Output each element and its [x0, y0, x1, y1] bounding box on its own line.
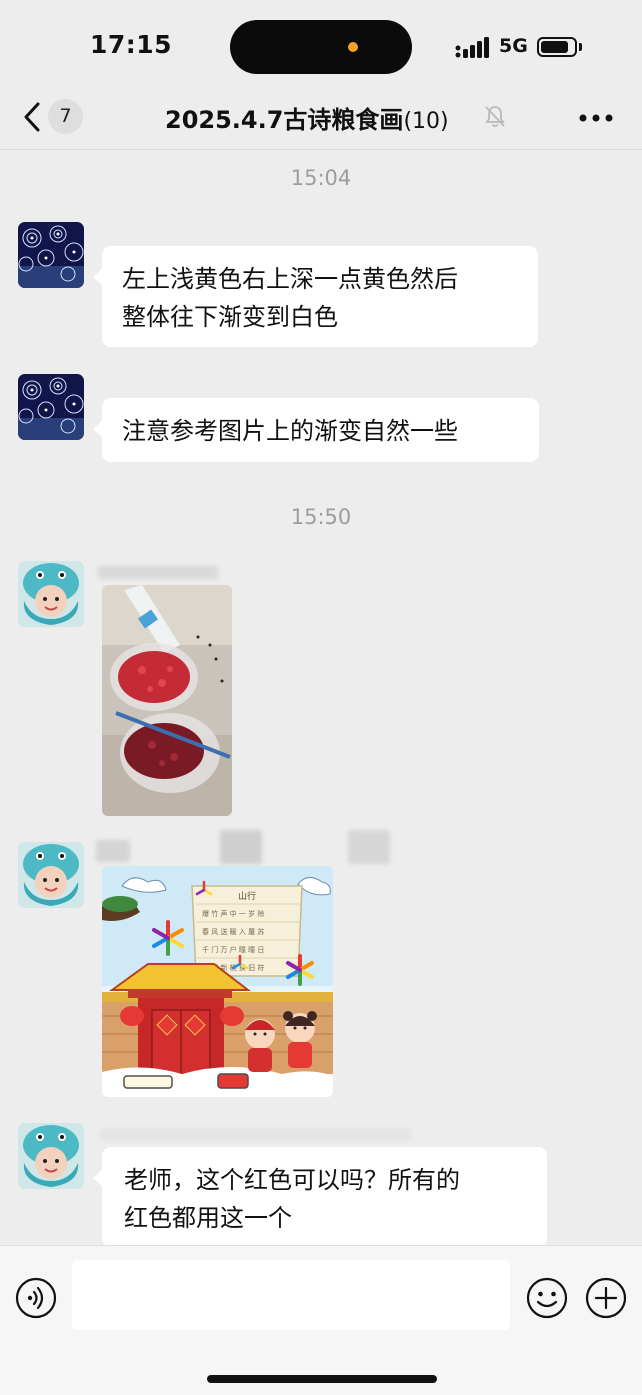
unread-count-badge[interactable]: 7 — [48, 99, 83, 134]
emoji-icon[interactable] — [526, 1277, 568, 1319]
sender-name-blurred — [220, 830, 262, 864]
more-icon[interactable] — [578, 113, 614, 123]
member-count: (10) — [403, 109, 449, 134]
sender-name-blurred — [98, 566, 218, 579]
message-text-line: 老师，这个红色可以吗？所有的 — [124, 1166, 460, 1194]
svg-text:千 门 万 户 曈 曈 日: 千 门 万 户 曈 曈 日 — [202, 945, 264, 954]
home-indicator[interactable] — [207, 1375, 437, 1383]
svg-text:爆 竹 声 中 一 岁 除: 爆 竹 声 中 一 岁 除 — [202, 909, 264, 918]
status-time: 17:15 — [90, 30, 173, 59]
bell-muted-icon — [485, 106, 505, 127]
avatar[interactable] — [18, 561, 84, 627]
avatar[interactable] — [18, 1123, 84, 1189]
avatar-fireworks-image — [18, 222, 84, 288]
red-grain-photo — [102, 585, 232, 816]
avatar[interactable] — [18, 222, 84, 288]
plus-icon[interactable] — [585, 1277, 627, 1319]
battery-icon — [537, 37, 577, 57]
voice-icon[interactable] — [15, 1277, 57, 1319]
image-message-photo[interactable] — [102, 585, 232, 816]
dynamic-island — [230, 20, 412, 74]
message-bubble[interactable]: 左上浅黄色右上深一点黄色然后 整体往下渐变到白色 — [93, 246, 538, 347]
avatar[interactable] — [18, 374, 84, 440]
message-text: 注意参考图片上的渐变自然一些 — [122, 417, 458, 445]
message-bubble[interactable]: 注意参考图片上的渐变自然一些 — [93, 398, 539, 462]
poem-title: 山行 — [238, 890, 256, 902]
avatar-child-image — [18, 1123, 84, 1189]
timestamp-separator: 15:50 — [290, 505, 352, 529]
avatar-child-image — [18, 561, 84, 627]
recording-indicator-icon — [348, 42, 358, 52]
message-text-line: 整体往下渐变到白色 — [122, 303, 338, 331]
sender-name-blurred — [96, 840, 130, 862]
message-bubble[interactable]: 老师，这个红色可以吗？所有的 红色都用这一个 — [93, 1147, 547, 1247]
new-year-poem-illustration: 山行 爆 竹 声 中 一 岁 除 春 风 送 暖 入 屠 苏 千 门 万 户 曈… — [102, 866, 333, 1097]
message-input[interactable] — [72, 1260, 510, 1330]
chat-title[interactable]: 2025.4.7古诗粮食画(10) — [165, 100, 449, 135]
svg-text:春 风 送 暖 入 屠 苏: 春 风 送 暖 入 屠 苏 — [202, 927, 264, 936]
image-message-illustration[interactable]: 山行 爆 竹 声 中 一 岁 除 春 风 送 暖 入 屠 苏 千 门 万 户 曈… — [102, 866, 333, 1097]
avatar-fireworks-image — [18, 374, 84, 440]
cellular-signal-icon — [455, 37, 489, 58]
status-bar: 17:15 5G — [0, 0, 642, 95]
chat-header: 7 2025.4.7古诗粮食画(10) — [0, 95, 642, 150]
sender-name-blurred — [348, 830, 390, 864]
chat-title-text: 2025.4.7古诗粮食画 — [165, 106, 404, 134]
avatar-child-image — [18, 842, 84, 908]
message-text-line: 左上浅黄色右上深一点黄色然后 — [122, 265, 458, 293]
avatar[interactable] — [18, 842, 84, 908]
timestamp-separator: 15:04 — [290, 166, 352, 190]
chat-input-bar — [0, 1245, 642, 1395]
chevron-left-icon[interactable] — [20, 99, 48, 135]
sender-name-blurred — [100, 1128, 410, 1141]
battery-cap — [579, 43, 582, 51]
message-text-line: 红色都用这一个 — [124, 1204, 292, 1232]
network-type: 5G — [499, 35, 528, 57]
